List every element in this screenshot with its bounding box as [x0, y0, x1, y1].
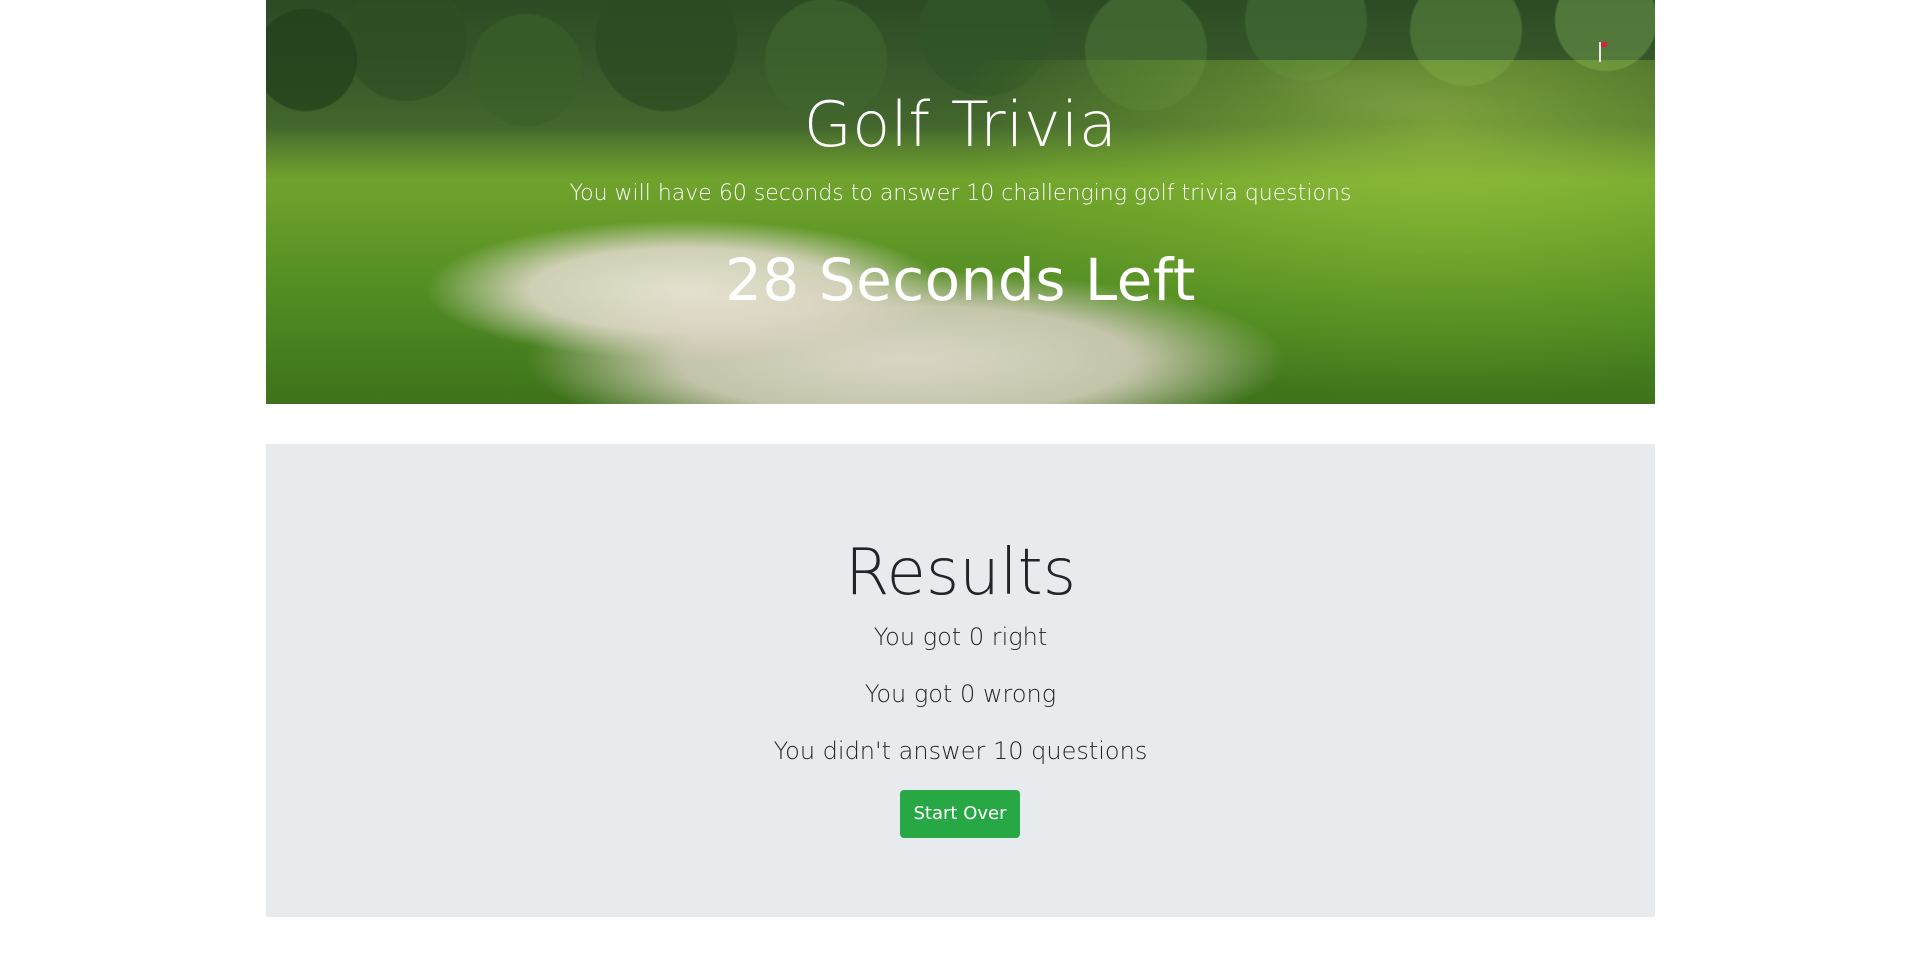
results-title: Results [844, 536, 1077, 610]
wrong-count-text: You got 0 wrong [864, 680, 1057, 708]
results-panel: Results You got 0 right You got 0 wrong … [266, 444, 1655, 917]
hero-banner: Golf Trivia You will have 60 seconds to … [266, 0, 1655, 404]
countdown-timer: 28 Seconds Left [725, 246, 1196, 314]
start-over-button[interactable]: Start Over [900, 790, 1020, 838]
flag-icon [1599, 42, 1607, 62]
unanswered-count-text: You didn't answer 10 questions [773, 737, 1148, 765]
correct-count-text: You got 0 right [873, 623, 1048, 651]
page-subtitle: You will have 60 seconds to answer 10 ch… [569, 181, 1352, 206]
page-title: Golf Trivia [803, 88, 1118, 161]
